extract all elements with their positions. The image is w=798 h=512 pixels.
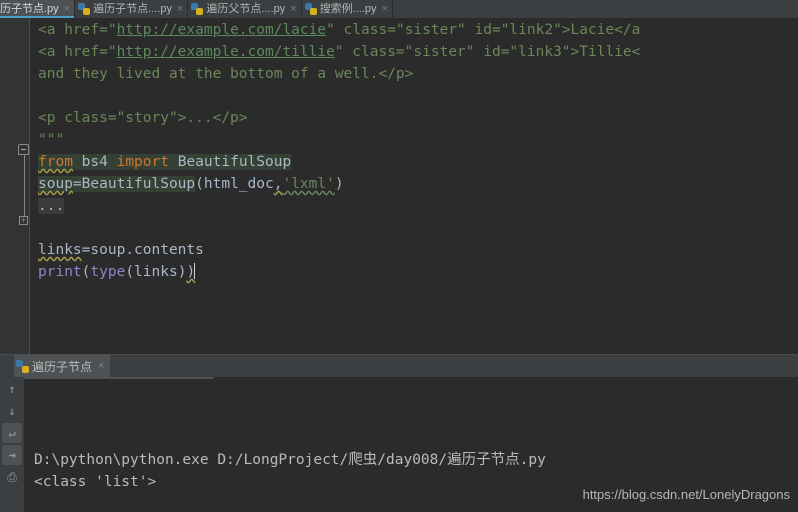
code-token: (: [195, 176, 204, 192]
editor-tab-bar: 历子节点.py × 遍历子节点....py × 遍历父节点....py × 搜索…: [0, 0, 798, 18]
code-token: =: [72, 176, 82, 192]
code-editor[interactable]: + <a href="http://example.com/lacie" cla…: [0, 18, 798, 354]
editor-tab-label: 搜索例....py: [319, 3, 377, 15]
code-token: <a href=": [38, 44, 117, 60]
code-content[interactable]: <a href="http://example.com/lacie" class…: [30, 18, 798, 354]
code-line: print(type(links)): [30, 261, 798, 283]
python-file-icon: [304, 3, 317, 15]
code-token: from: [38, 154, 73, 170]
run-config-tab[interactable]: 遍历子节点 ×: [14, 355, 111, 377]
fold-expand-icon[interactable]: +: [19, 216, 28, 225]
code-token: print: [38, 264, 82, 280]
code-token: ...: [38, 198, 65, 214]
run-tool-window: 遍历子节点 × ↑ ↓ ↵ ⇥ ⎙ D:\python\python.exe D:/Lo…: [0, 354, 798, 512]
close-icon[interactable]: ×: [290, 4, 296, 15]
code-token: [72, 154, 82, 170]
code-token: http://example.com/tillie: [116, 44, 335, 60]
code-token: ): [334, 176, 344, 192]
code-token: soup: [38, 176, 73, 192]
close-icon[interactable]: ×: [98, 360, 104, 372]
code-token: <a href=": [38, 22, 117, 38]
code-token: 'lxml': [282, 176, 335, 192]
fold-collapse-icon[interactable]: [18, 144, 29, 155]
code-line: and they lived at the bottom of a well.<…: [30, 63, 798, 85]
code-token: " class="sister" id="link3">Tillie<: [334, 44, 641, 60]
editor-tab-label: 历子节点.py: [0, 3, 59, 15]
code-line: soup=BeautifulSoup(html_doc,'lxml'): [30, 173, 798, 195]
editor-gutter[interactable]: +: [0, 18, 30, 354]
run-tab-bar: 遍历子节点 ×: [0, 355, 798, 377]
console-body: ↑ ↓ ↵ ⇥ ⎙ D:\python\python.exe D:/LongProjec…: [0, 377, 798, 512]
code-token: BeautifulSoup: [177, 154, 292, 170]
code-token: BeautifulSoup: [81, 176, 196, 192]
console-scroll-strip: [24, 377, 214, 379]
code-token: =soup.contents: [81, 242, 204, 258]
code-token: html_doc: [203, 176, 274, 192]
code-line: <a href="http://example.com/lacie" class…: [30, 19, 798, 41]
console-output[interactable]: D:\python\python.exe D:/LongProject/爬虫/d…: [24, 377, 798, 512]
editor-tab-label: 遍历子节点....py: [93, 3, 172, 15]
scroll-down-icon[interactable]: ↓: [2, 401, 22, 421]
code-token: bs4: [81, 154, 108, 170]
scroll-up-icon[interactable]: ↑: [2, 379, 22, 399]
run-config-label: 遍历子节点: [32, 359, 93, 374]
soft-wrap-icon[interactable]: ↵: [2, 423, 22, 443]
code-line: from bs4 import BeautifulSoup: [30, 151, 798, 173]
code-token: http://example.com/lacie: [116, 22, 327, 38]
console-line: D:\python\python.exe D:/LongProject/爬虫/d…: [34, 452, 546, 468]
python-file-icon: [191, 3, 204, 15]
code-token: """: [38, 132, 65, 148]
code-line: <a href="http://example.com/tillie" clas…: [30, 41, 798, 63]
editor-tab-label: 遍历父节点....py: [206, 3, 286, 15]
code-token: <p class="story">...</p>: [38, 110, 248, 126]
python-file-icon: [78, 3, 91, 15]
code-token: [107, 154, 117, 170]
code-token: import: [116, 154, 169, 170]
code-line: """: [30, 129, 798, 151]
python-run-icon: [16, 359, 29, 373]
print-icon[interactable]: ⎙: [2, 467, 22, 487]
code-token: (: [125, 264, 135, 280]
watermark: https://blog.csdn.net/LonelyDragons: [582, 487, 790, 502]
close-icon[interactable]: ×: [382, 4, 388, 15]
code-line: <p class="story">...</p>: [30, 107, 798, 129]
close-icon[interactable]: ×: [64, 4, 70, 15]
scroll-to-end-icon[interactable]: ⇥: [2, 445, 22, 465]
code-token: and they lived at the bottom of a well.<…: [38, 66, 414, 82]
fold-region-bar: [24, 155, 25, 223]
editor-tab-2[interactable]: 遍历父节点....py ×: [188, 0, 302, 18]
editor-tab-0[interactable]: 历子节点.py ×: [0, 0, 76, 18]
code-token: " class="sister" id="link2">Lacie</a: [326, 22, 641, 38]
close-icon[interactable]: ×: [177, 4, 183, 15]
code-token: type: [90, 264, 126, 280]
editor-tab-1[interactable]: 遍历子节点....py ×: [75, 0, 189, 18]
code-line: ...: [30, 195, 798, 217]
code-line: links=soup.contents: [30, 239, 798, 261]
pycharm-window: 历子节点.py × 遍历子节点....py × 遍历父节点....py × 搜索…: [0, 0, 798, 512]
text-caret: [194, 263, 196, 279]
code-token: links: [38, 242, 82, 258]
editor-tab-3[interactable]: 搜索例....py ×: [301, 0, 393, 18]
code-token: links: [134, 264, 178, 280]
code-token: [168, 154, 178, 170]
console-toolbar: ↑ ↓ ↵ ⇥ ⎙: [0, 377, 24, 512]
